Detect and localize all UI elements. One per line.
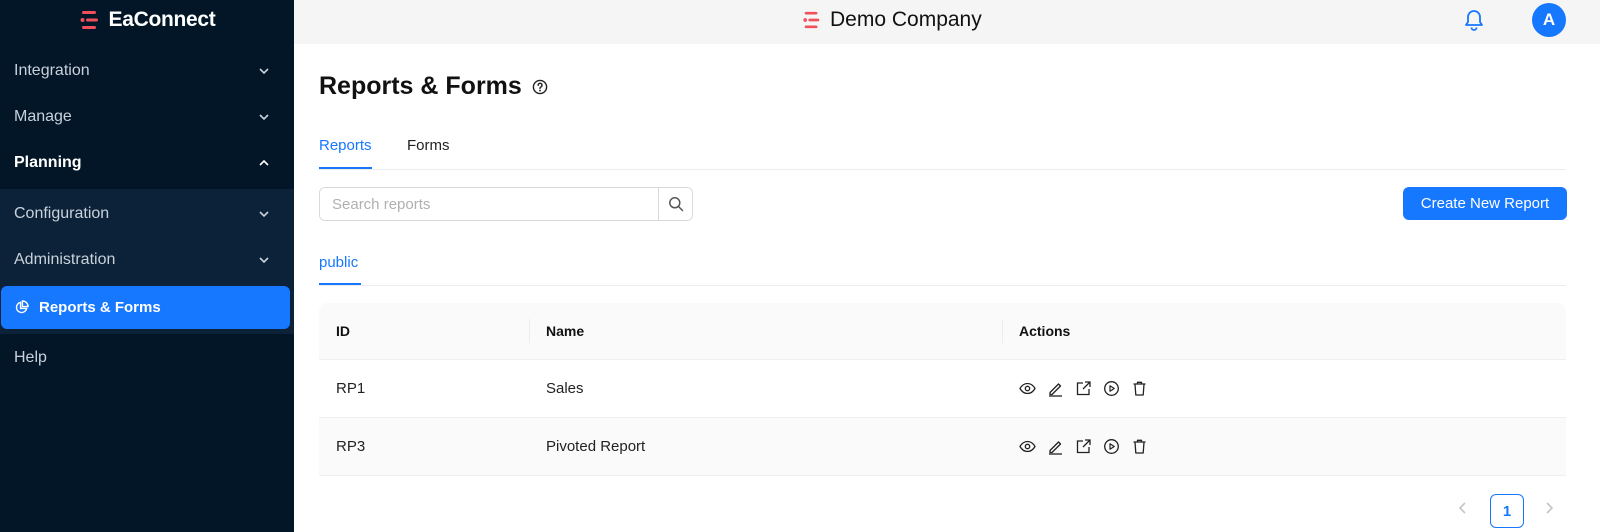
trash-icon [1133, 439, 1146, 454]
eye-icon [1019, 382, 1036, 395]
tab-reports[interactable]: Reports [319, 137, 372, 154]
search-button[interactable] [658, 188, 692, 220]
column-divider [1002, 319, 1003, 343]
row-name: Pivoted Report [546, 438, 646, 455]
sidebar-item-label: Manage [14, 108, 72, 125]
top-header: Demo Company A [294, 0, 1600, 44]
sidebar-item-reports-forms[interactable]: Reports & Forms [1, 286, 290, 329]
sidebar-item-label: Planning [14, 154, 82, 171]
bell-icon[interactable] [1463, 8, 1485, 32]
search-box [319, 187, 693, 221]
reports-table: ID Name Actions RP1 Sales RP3 Pivoted Re… [319, 303, 1566, 476]
tab-active-indicator [319, 167, 372, 169]
external-link-icon [1076, 381, 1091, 396]
sidebar-item-configuration[interactable]: Configuration [0, 191, 294, 237]
run-action[interactable] [1103, 438, 1120, 455]
delete-action[interactable] [1131, 380, 1148, 397]
column-header-name: Name [546, 323, 585, 339]
view-action[interactable] [1019, 380, 1036, 397]
chevron-down-icon [259, 211, 269, 218]
brand-name: EaConnect [108, 8, 216, 31]
external-link-icon [1076, 439, 1091, 454]
sidebar-item-integration[interactable]: Integration [0, 48, 294, 94]
delete-action[interactable] [1131, 438, 1148, 455]
tabs: Reports Forms [319, 130, 1566, 170]
column-divider [529, 319, 530, 343]
brand[interactable]: EaConnect [0, 0, 294, 40]
row-id: RP3 [336, 438, 366, 455]
sidebar-item-manage[interactable]: Manage [0, 94, 294, 140]
sidebar-item-label: Reports & Forms [39, 299, 161, 316]
subtab-active-indicator [319, 283, 361, 285]
sidebar-item-label: Integration [14, 62, 90, 79]
table-row: RP1 Sales [319, 360, 1566, 418]
eaconnect-logo-icon [80, 11, 98, 29]
view-action[interactable] [1019, 438, 1036, 455]
sidebar-item-help[interactable]: Help [0, 335, 294, 381]
pencil-icon [1049, 441, 1062, 455]
pagination-prev-icon[interactable] [1456, 500, 1470, 516]
sidebar-item-label: Administration [14, 251, 116, 268]
row-actions [1019, 380, 1148, 397]
column-header-actions: Actions [1019, 323, 1071, 339]
sidebar: EaConnect Integration Manage Planning Co… [0, 0, 294, 532]
search-input[interactable] [320, 188, 658, 220]
table-header: ID Name Actions [319, 303, 1566, 360]
chevron-down-icon [259, 257, 269, 264]
subtab-public[interactable]: public [319, 254, 358, 271]
row-name: Sales [546, 380, 584, 397]
open-external-action[interactable] [1075, 438, 1092, 455]
pie-chart-icon [15, 300, 29, 314]
edit-action[interactable] [1047, 380, 1064, 397]
company-label: Demo Company [830, 8, 982, 31]
pagination-next-icon[interactable] [1542, 500, 1556, 516]
sidebar-item-administration[interactable]: Administration [0, 237, 294, 283]
play-circle-icon [1104, 439, 1119, 454]
search-icon [668, 197, 683, 212]
tab-forms[interactable]: Forms [407, 137, 450, 154]
pencil-icon [1049, 383, 1062, 397]
row-id: RP1 [336, 380, 366, 397]
subtabs: public [319, 246, 1566, 286]
create-new-report-button[interactable]: Create New Report [1403, 187, 1567, 220]
trash-icon [1133, 381, 1146, 396]
company-logo-icon [803, 11, 820, 29]
row-actions [1019, 438, 1148, 455]
open-external-action[interactable] [1075, 380, 1092, 397]
company-name: Demo Company [802, 0, 982, 40]
chevron-down-icon [259, 114, 269, 121]
chevron-down-icon [259, 68, 269, 75]
chevron-up-icon [259, 159, 269, 166]
sidebar-item-label: Help [14, 349, 47, 366]
eye-icon [1019, 440, 1036, 453]
column-header-id: ID [336, 323, 350, 339]
help-circle-icon[interactable] [532, 79, 548, 95]
page-title: Reports & Forms [319, 72, 522, 100]
sidebar-item-planning[interactable]: Planning [0, 140, 294, 186]
edit-action[interactable] [1047, 438, 1064, 455]
avatar[interactable]: A [1532, 3, 1566, 37]
page-title-row: Reports & Forms [319, 72, 548, 101]
pagination-current-page[interactable]: 1 [1490, 494, 1524, 528]
play-circle-icon [1104, 381, 1119, 396]
table-row: RP3 Pivoted Report [319, 418, 1566, 476]
sidebar-item-label: Configuration [14, 205, 110, 222]
run-action[interactable] [1103, 380, 1120, 397]
